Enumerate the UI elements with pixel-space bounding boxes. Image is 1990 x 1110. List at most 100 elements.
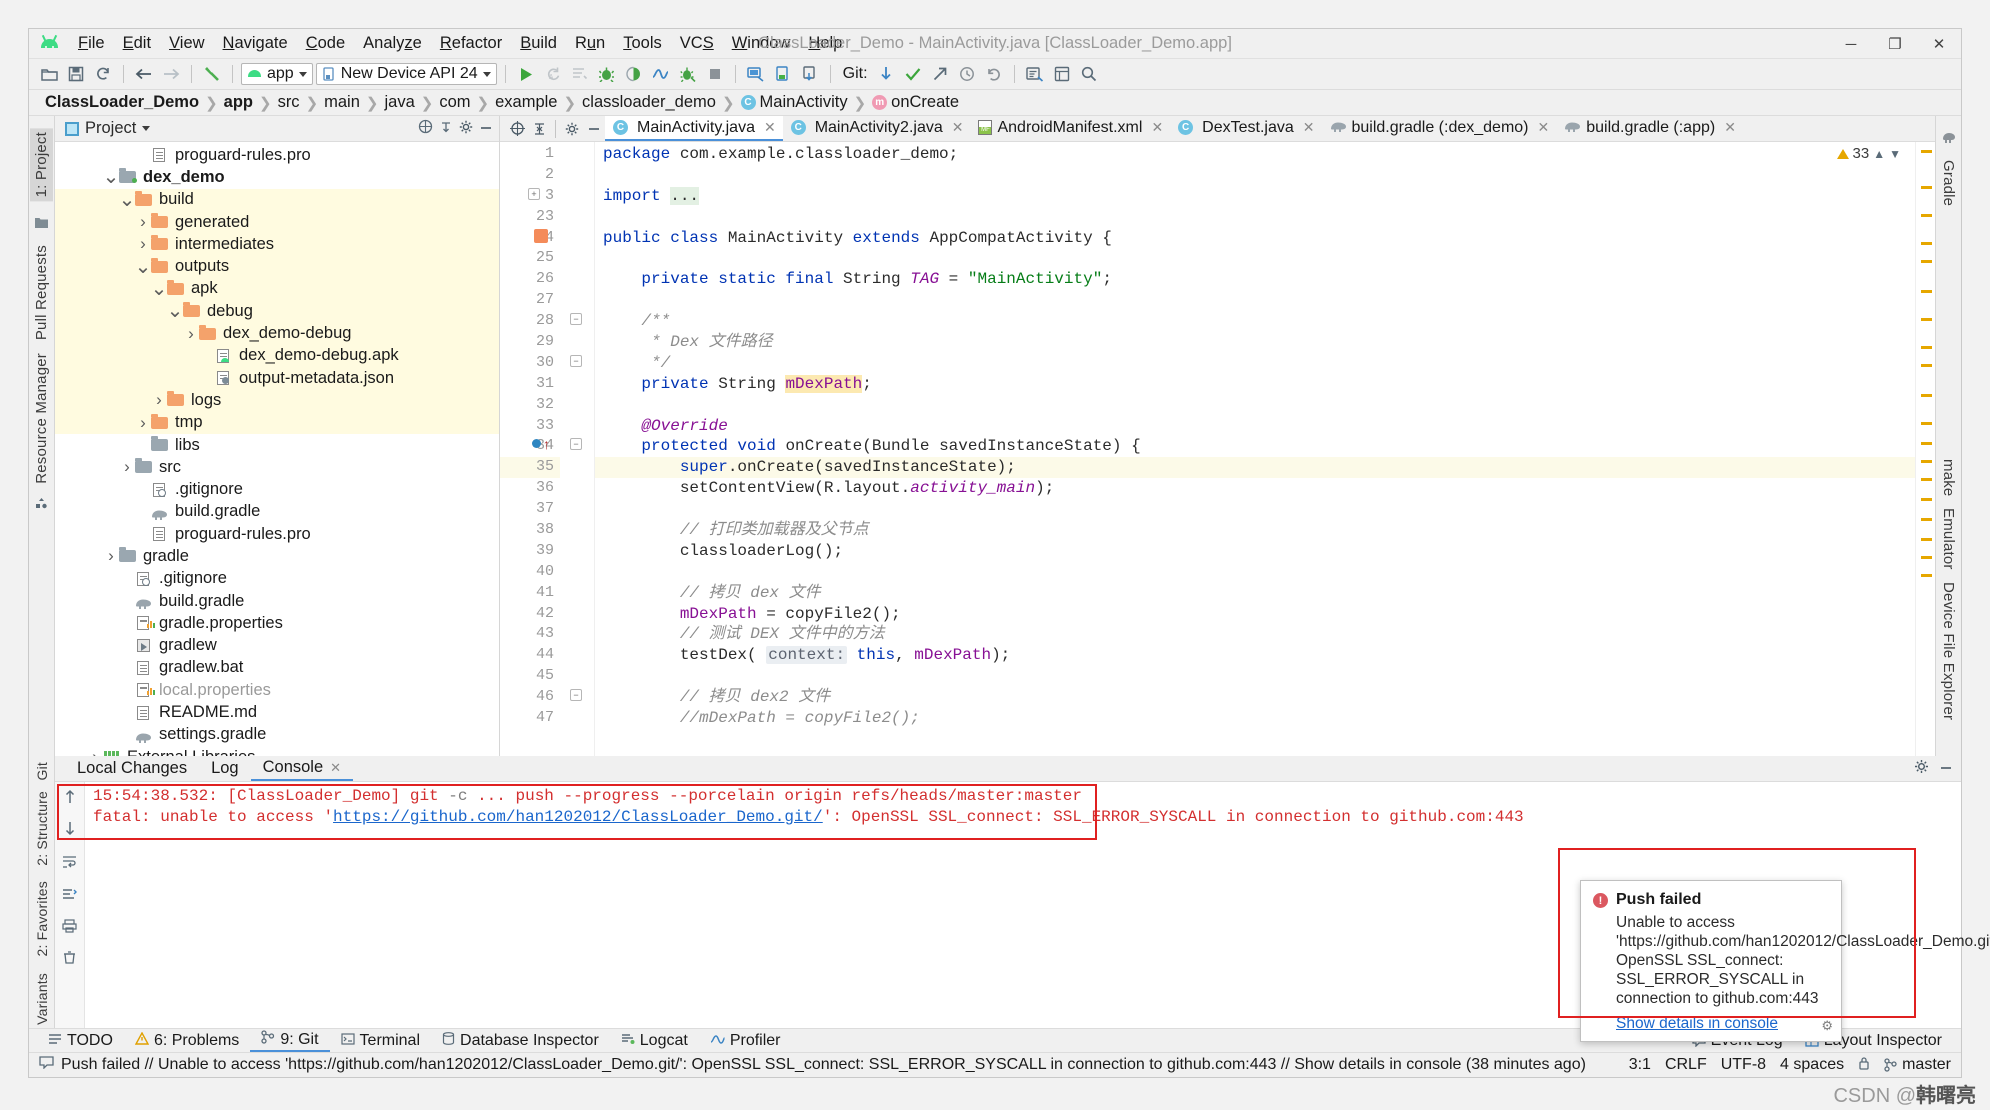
close-icon[interactable]: ✕	[952, 119, 964, 136]
close-icon[interactable]: ✕	[1303, 119, 1315, 136]
error-stripe-mark[interactable]	[1921, 498, 1932, 501]
tree-item[interactable]: ⌄debug	[55, 300, 499, 322]
scroll-to-end-icon[interactable]	[62, 886, 77, 906]
tree-item[interactable]: output-metadata.json	[55, 367, 499, 389]
scroll-up-icon[interactable]	[63, 788, 77, 809]
editor-tab-build-gradle-app-[interactable]: build.gradle (:app)✕	[1556, 116, 1743, 141]
close-icon[interactable]: ✕	[1538, 119, 1550, 136]
menu-item-run[interactable]: Run	[566, 31, 614, 56]
tree-item[interactable]: ›logs	[55, 389, 499, 411]
tree-item[interactable]: ›dex_demo-debug	[55, 322, 499, 344]
soft-wrap-icon[interactable]	[62, 854, 77, 874]
error-stripe-mark[interactable]	[1921, 394, 1932, 397]
chevron-down-icon[interactable]: ⌄	[119, 195, 135, 205]
error-stripe-mark[interactable]	[1921, 574, 1932, 577]
tree-item[interactable]: ⌄apk	[55, 278, 499, 300]
breadcrumb-item-java[interactable]: java	[378, 93, 420, 112]
tree-item[interactable]: ›src	[55, 456, 499, 478]
chevron-right-icon[interactable]: ›	[103, 546, 119, 566]
balloon-icon[interactable]	[39, 1056, 54, 1074]
tree-item[interactable]: gradlew.bat	[55, 657, 499, 679]
error-stripe-mark[interactable]	[1921, 214, 1932, 217]
chevron-right-icon[interactable]: ›	[119, 457, 135, 477]
error-stripe-mark[interactable]	[1921, 186, 1932, 189]
error-stripe-mark[interactable]	[1921, 556, 1932, 559]
breadcrumb-item-example[interactable]: example	[489, 93, 563, 112]
tree-item[interactable]: build.gradle	[55, 501, 499, 523]
tree-item[interactable]: gradle.properties	[55, 612, 499, 634]
maximize-button[interactable]: ❐	[1873, 29, 1917, 59]
clear-all-icon[interactable]	[62, 950, 77, 970]
menu-item-edit[interactable]: Edit	[114, 31, 160, 56]
error-stripe-mark[interactable]	[1921, 150, 1932, 153]
chevron-up-icon[interactable]: ▲	[1873, 147, 1885, 161]
chevron-down-icon[interactable]: ⌄	[167, 306, 183, 316]
close-icon[interactable]: ✕	[764, 119, 776, 136]
breadcrumb-item-src[interactable]: src	[272, 93, 306, 112]
breadcrumb-item-main[interactable]: main	[318, 93, 366, 112]
editor-tab-mainactivity2-java[interactable]: CMainActivity2.java✕	[783, 116, 971, 141]
settings-gear-icon[interactable]	[459, 119, 473, 139]
console-output[interactable]: 15:54:38.532: [ClassLoader_Demo] git -c …	[93, 786, 1953, 828]
editor-tab-androidmanifest-xml[interactable]: AndroidManifest.xml✕	[970, 116, 1170, 141]
menu-item-window[interactable]: Window	[723, 31, 800, 56]
tree-item[interactable]: local.properties	[55, 679, 499, 701]
tool-window-button-9-git[interactable]: 9: Git	[250, 1029, 329, 1052]
error-stripe-mark[interactable]	[1921, 478, 1932, 481]
menu-item-tools[interactable]: Tools	[614, 31, 671, 56]
hide-icon[interactable]	[479, 119, 493, 139]
gutter-markers[interactable]: +−−↑−−	[560, 142, 594, 756]
chevron-down-icon[interactable]: ⌄	[151, 284, 167, 294]
code-editor[interactable]: 33 ▲ ▼ 123232425262728293031323334353637…	[500, 142, 1935, 756]
tree-item[interactable]: ›External Libraries	[55, 746, 499, 756]
tree-item[interactable]: ⌄build	[55, 189, 499, 211]
breadcrumb-item-classloader-demo[interactable]: classloader_demo	[576, 93, 722, 112]
error-stripe-mark[interactable]	[1921, 460, 1932, 463]
tool-window-button-todo[interactable]: TODO	[37, 1029, 124, 1052]
breadcrumb-item-classloader-demo[interactable]: ClassLoader_Demo	[39, 93, 205, 112]
build-hammer-icon[interactable]	[200, 62, 224, 86]
breadcrumb-item-oncreate[interactable]: monCreate	[866, 93, 965, 112]
attach-debugger-icon[interactable]	[622, 62, 646, 86]
sidebar-item-project[interactable]: 1: Project	[30, 128, 53, 201]
chevron-down-icon[interactable]	[142, 126, 150, 131]
menu-item-analyze[interactable]: Analyze	[354, 31, 431, 56]
android-class-icon[interactable]	[534, 229, 548, 243]
find-icon[interactable]	[1077, 62, 1101, 86]
chevron-right-icon[interactable]: ›	[151, 390, 167, 410]
menu-item-code[interactable]: Code	[297, 31, 354, 56]
fold-collapse-icon[interactable]: −	[570, 689, 582, 701]
error-stripe-mark[interactable]	[1921, 422, 1932, 425]
sdk-manager-icon[interactable]	[771, 62, 795, 86]
tree-item[interactable]: ›intermediates	[55, 233, 499, 255]
git-history-icon[interactable]	[955, 62, 979, 86]
fold-expand-icon[interactable]: +	[528, 188, 540, 200]
error-stripe[interactable]	[1915, 142, 1935, 756]
git-update-icon[interactable]	[874, 62, 898, 86]
error-stripe-mark[interactable]	[1921, 538, 1932, 541]
inspection-widget[interactable]: 33 ▲ ▼	[1837, 145, 1901, 162]
apply-changes-icon[interactable]: A	[541, 62, 565, 86]
close-button[interactable]: ✕	[1917, 29, 1961, 59]
status-message[interactable]: Push failed // Unable to access 'https:/…	[61, 1056, 1586, 1074]
breadcrumb-item-app[interactable]: app	[218, 93, 259, 112]
tree-item[interactable]: proguard-rules.pro	[55, 523, 499, 545]
git-rollback-icon[interactable]	[982, 62, 1006, 86]
navigate-forward-icon[interactable]	[159, 62, 183, 86]
chevron-right-icon[interactable]: ›	[135, 234, 151, 254]
error-stripe-mark[interactable]	[1921, 518, 1932, 521]
navigate-back-icon[interactable]	[132, 62, 156, 86]
editor-tab-mainactivity-java[interactable]: CMainActivity.java✕	[605, 116, 783, 141]
sidebar-item-resource-manager[interactable]: Resource Manager	[33, 353, 50, 484]
chevron-down-icon[interactable]: ⌄	[103, 172, 119, 182]
menu-item-build[interactable]: Build	[511, 31, 566, 56]
print-icon[interactable]	[62, 918, 77, 938]
error-stripe-mark[interactable]	[1921, 364, 1932, 367]
project-structure-icon[interactable]	[1050, 62, 1074, 86]
sidebar-item-pull-requests[interactable]: Pull Requests	[33, 245, 50, 340]
sync-project-icon[interactable]	[91, 62, 115, 86]
error-stripe-mark[interactable]	[1921, 290, 1932, 293]
profiler-icon[interactable]	[649, 62, 673, 86]
fold-collapse-icon[interactable]: −	[570, 355, 582, 367]
push-failed-notification[interactable]: ! Push failed Unable to access 'https://…	[1580, 880, 1842, 1042]
